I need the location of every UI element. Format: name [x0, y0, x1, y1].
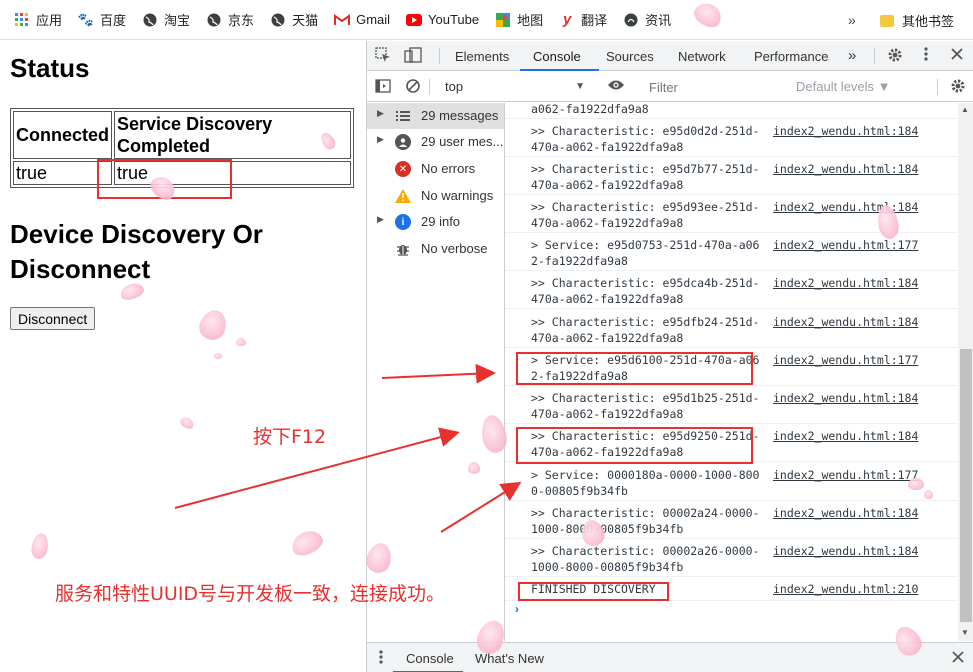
annotation-press-f12: 按下F12 — [253, 426, 327, 448]
petal-decoration — [924, 490, 933, 499]
petal-decoration — [908, 478, 924, 490]
arrow-to-service — [381, 363, 496, 384]
petal-decoration — [468, 462, 480, 474]
annotation-arrows — [174, 363, 522, 533]
petal-decoration — [236, 338, 246, 346]
arrow-to-service-2 — [440, 481, 522, 533]
annotation-success: 服务和特性UUID号与开发板一致，连接成功。 — [55, 583, 446, 605]
petal-decoration — [214, 353, 222, 359]
